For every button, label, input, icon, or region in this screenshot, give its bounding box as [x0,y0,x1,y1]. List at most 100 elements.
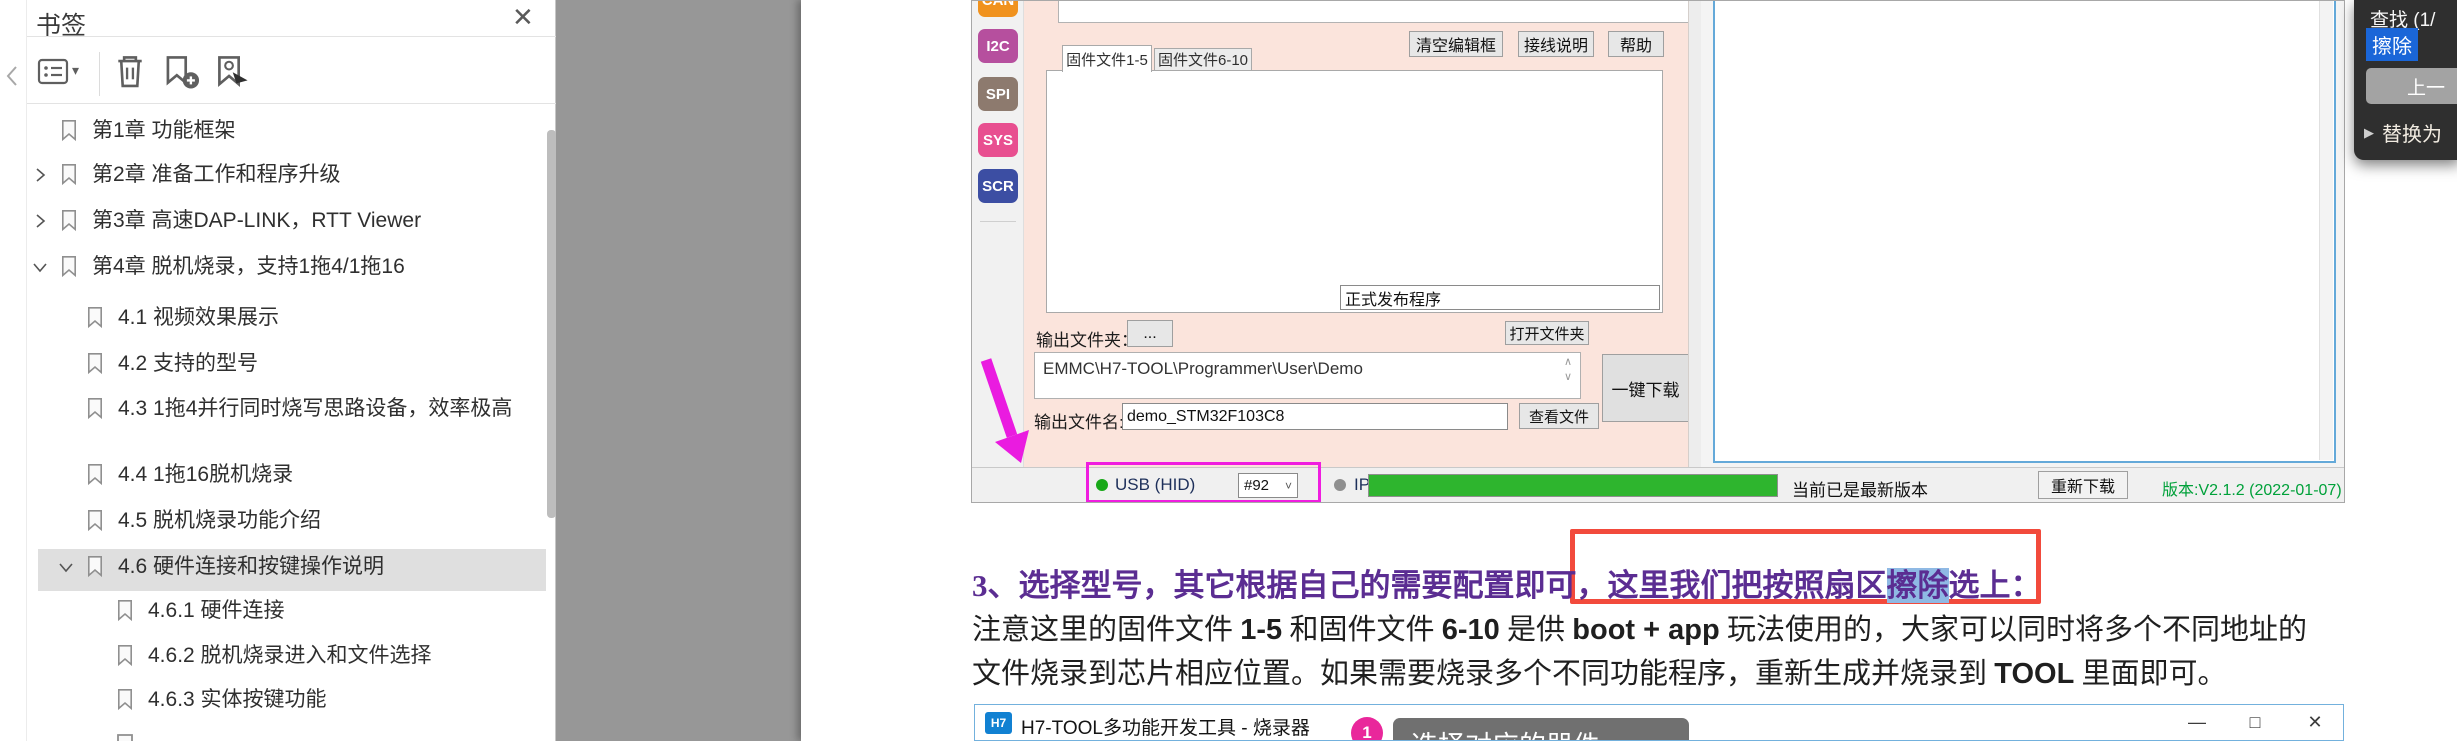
log-scrollbar [2319,1,2333,460]
bookmark-label: 4.1 视频效果展示 [118,306,280,329]
minimize-icon: — [2188,711,2206,732]
close-sidebar-icon[interactable]: ✕ [512,2,534,33]
heading-box-b: 选上： [1948,568,2042,603]
text-segment-bold: boot + app [1572,614,1720,646]
open-folder-button: 打开文件夹 [1505,321,1589,345]
bookmark-item[interactable]: 4.6.1 硬件连接 [88,596,285,625]
firmware-table-box [1046,70,1663,313]
text-segment: 是供 [1499,614,1573,646]
bookmark-label: 第2章 准备工作和程序升级 [92,163,341,186]
output-folder-browse-button: ... [1127,320,1173,347]
embedded-screenshot-programmer: CAN I2C SPI SYS SCR 清空编辑框 接线说明 帮助 固件文件1-… [971,0,2345,503]
bookmark-icon [88,352,102,375]
bookmark-icon [118,599,132,622]
sidebar-gutter [0,0,27,741]
find-previous-button[interactable]: 上一 [2366,68,2457,104]
bookmark-item[interactable]: 4.6.3 实体按键功能 [88,685,327,714]
bookmark-icon [88,463,102,486]
update-status-text: 当前已是最新版本 [1792,481,1928,500]
replace-expander[interactable]: ▶ 替换为 [2364,118,2442,147]
can-icon: CAN [978,1,1018,17]
bookmark-item[interactable]: 4.6.2 脱机烧录进入和文件选择 [88,641,432,670]
locate-bookmark-icon[interactable] [212,53,252,93]
window-title: H7-TOOL多功能开发工具 - 烧录器 [1021,718,1310,739]
text-segment-bold: TOOL [1994,658,2075,690]
spinner-up-icon: ∧ [1563,356,1573,368]
expand-expanded-icon[interactable] [32,252,58,275]
bookmark-item[interactable]: 第2章 准备工作和程序升级 [32,160,341,189]
find-panel: 查找 (1/ 擦除 上一 ▶ 替换为 [2354,0,2457,160]
delete-bookmark-icon[interactable] [112,53,148,91]
upper-settings-box-partial [1058,1,1692,23]
bookmark-label: 4.6 硬件连接和按键操作说明 [118,555,385,578]
close-icon: ✕ [2307,711,2323,732]
bookmarks-sidebar: 书签 ✕ ▾ 第1章 功能框架 第2章 准备工作和程序升级 第3章 高速DAP-… [0,0,556,741]
bookmark-label: 4.5 脱机烧录功能介绍 [118,509,322,532]
bookmark-item-selected[interactable]: 4.6 硬件连接和按键操作说明 [58,552,384,581]
step-1-badge: 1 [1351,717,1383,740]
text-segment: 玩法使用的，大家可以同时将多个不同地址的 [1719,614,2307,646]
step-tooltip: 选择对应的器件 [1393,718,1689,740]
bookmark-icon [62,119,76,142]
text-segment: 和固件文件 [1282,614,1442,646]
bookmark-item[interactable]: 第1章 功能框架 [32,116,236,145]
bookmark-item[interactable]: 4.3 1拖4并行同时烧写思路设备，效率极高 [58,394,518,423]
bookmark-label: 4.6.3 实体按键功能 [148,688,327,711]
strip-divider [980,221,1016,222]
bookmark-options-icon[interactable] [37,55,71,89]
bookmark-icon [88,397,102,420]
replace-label: 替换为 [2382,124,2442,146]
find-query-input[interactable]: 擦除 [2366,28,2418,61]
bookmark-icon [88,509,102,532]
toolbar-separator [99,52,100,96]
spi-icon: SPI [978,77,1018,111]
bookmark-icon [117,734,133,741]
ip-status-dot [1334,479,1346,491]
redownload-button: 重新下载 [2038,471,2128,499]
expand-collapsed-icon[interactable] [32,206,58,229]
expand-expanded-icon[interactable] [58,552,84,575]
bookmark-icon [62,163,76,186]
bookmark-icon [88,555,102,578]
progress-bar [1368,474,1778,497]
bookmark-item[interactable]: 第4章 脱机烧录，支持1拖4/1拖16 [32,252,405,281]
bookmark-icon [62,255,76,278]
h7-logo-icon: H7 [985,712,1012,734]
collapse-panel-icon[interactable] [4,64,20,88]
help-button: 帮助 [1608,31,1664,57]
log-panel [1713,1,2336,463]
one-click-download-button: 一键下载 [1602,354,1689,422]
bookmark-label: 4.6.1 硬件连接 [148,599,285,622]
bookmark-item[interactable]: 4.5 脱机烧录功能介绍 [58,506,321,535]
doc-heading: 3、选择型号，其它根据自己的需要配置即可，这里我们把按照扇区擦除选上： [972,560,2042,605]
bookmark-item[interactable]: 第3章 高速DAP-LINK，RTT Viewer [32,206,421,235]
bookmark-item[interactable]: 4.1 视频效果展示 [58,303,279,332]
folder-spinner: ∧ ∨ [1558,355,1578,395]
text-segment-bold: 1-5 [1240,614,1283,646]
divider [27,103,556,104]
pdf-viewer: CAN I2C SPI SYS SCR 清空编辑框 接线说明 帮助 固件文件1-… [0,0,2457,741]
sidebar-scrollbar-thumb[interactable] [547,130,556,518]
bookmark-icon [62,209,76,232]
spinner-down-icon: ∨ [1563,371,1573,383]
heading-box-a: 这里我们把按照扇区 [1607,568,1887,603]
output-name-label: 输出文件名: [1034,413,1124,432]
bookmark-item[interactable]: 4.4 1拖16脱机烧录 [58,460,293,489]
bookmark-item[interactable]: 4.2 支持的型号 [58,349,258,378]
bookmark-icon [118,688,132,711]
add-bookmark-icon[interactable] [162,53,202,93]
bookmark-label: 4.6.2 脱机烧录进入和文件选择 [148,644,432,667]
text-segment: 注意这里的固件文件 [972,614,1241,646]
expand-collapsed-icon[interactable] [32,160,58,183]
doc-body-line-3: 文件烧录到芯片相应位置。如果需要烧录多个不同功能程序，重新生成并烧录到 TOOL… [972,650,2227,692]
sys-icon: SYS [978,123,1018,157]
text-segment: 里面即可。 [2074,658,2227,690]
doc-body-line-2: 注意这里的固件文件 1-5 和固件文件 6-10 是供 boot + app 玩… [972,606,2307,648]
bookmark-label: 4.3 1拖4并行同时烧写思路设备，效率极高 [118,397,513,420]
